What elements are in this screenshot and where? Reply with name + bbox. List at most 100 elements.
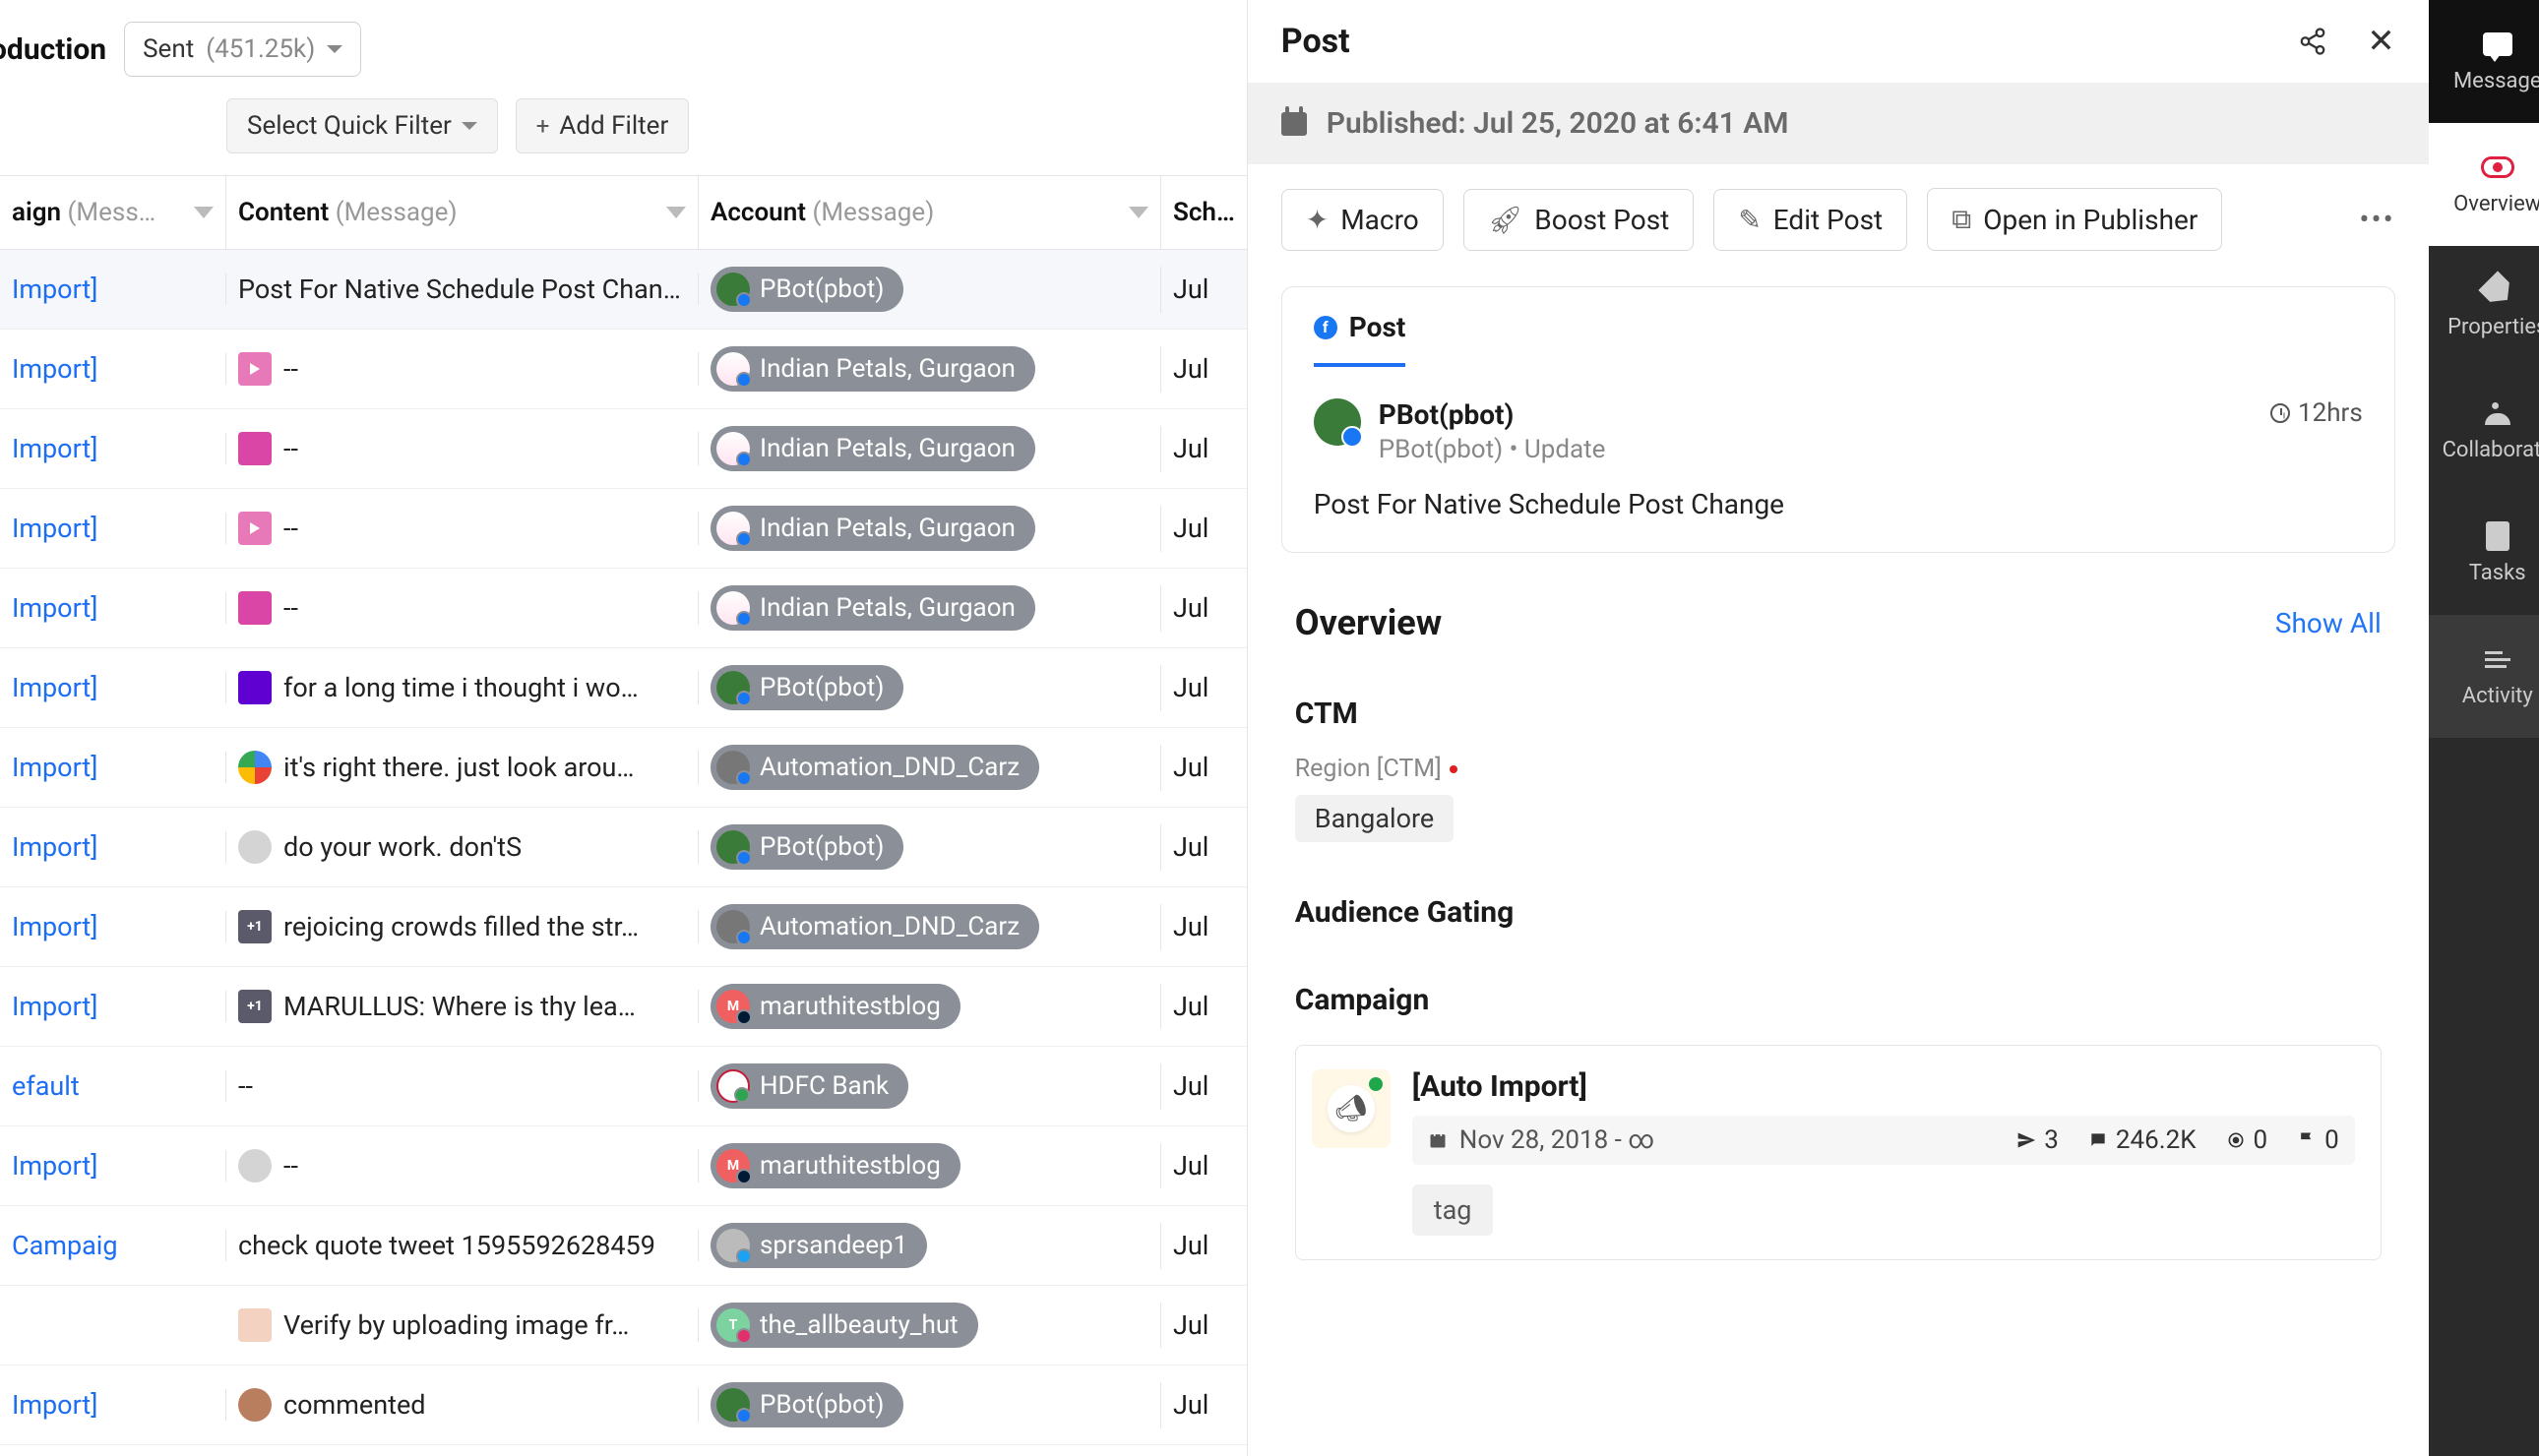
stat-flag: 0 <box>2297 1125 2339 1155</box>
network-badge-icon <box>736 1408 752 1424</box>
table-row[interactable]: Import]Post For Native Schedule Post Cha… <box>0 250 1247 330</box>
campaign-link[interactable]: Import] <box>12 353 97 385</box>
campaign-link[interactable]: Import] <box>12 273 97 305</box>
table-row[interactable]: Import]commentedPBot(pbot)Jul <box>0 1365 1247 1445</box>
activity-icon <box>2485 651 2510 668</box>
macro-button[interactable]: ✦Macro <box>1281 189 1444 251</box>
table-row[interactable]: Import] for a long time i thought i wo… PB… <box>0 648 1247 728</box>
account-chip[interactable]: PBot(pbot) <box>711 824 903 870</box>
network-badge-icon <box>736 1009 752 1025</box>
post-tab[interactable]: f Post <box>1314 311 1406 367</box>
account-chip[interactable]: PBot(pbot) <box>711 665 903 710</box>
account-avatar <box>716 512 750 545</box>
status-dot-icon <box>1369 1077 1383 1091</box>
content-text: -- <box>283 513 686 544</box>
content-text: -- <box>283 353 686 385</box>
main-panel: oduction Sent (451.25k) Select Quick Fil… <box>0 0 1248 1456</box>
quick-filter-dropdown[interactable]: Select Quick Filter <box>226 98 498 153</box>
open-publisher-button[interactable]: ⧉Open in Publisher <box>1927 188 2222 251</box>
chevron-down-icon <box>327 45 342 53</box>
col-content[interactable]: Content (Message) <box>226 176 699 249</box>
table-row[interactable]: Verify by uploading image fr… Tthe_allbea… <box>0 1286 1247 1365</box>
published-bar: Published: Jul 25, 2020 at 6:41 AM <box>1248 83 2429 164</box>
network-badge-icon <box>736 770 752 786</box>
account-avatar: M <box>716 1149 750 1183</box>
content-text: it's right there. just look arou… <box>283 752 686 783</box>
ctm-region-label: Region [CTM] <box>1295 755 2382 783</box>
megaphone-icon: 📣︎ <box>1328 1085 1375 1132</box>
sent-dropdown[interactable]: Sent (451.25k) <box>124 22 361 77</box>
campaign-link[interactable]: Import] <box>12 831 97 863</box>
tag-chip[interactable]: tag <box>1412 1184 1494 1236</box>
table-row[interactable]: Import] it's right there. just look arou…… <box>0 728 1247 808</box>
campaign-link[interactable]: Import] <box>12 433 97 464</box>
close-icon[interactable]: ✕ <box>2367 25 2395 58</box>
table-row[interactable]: Import]--Indian Petals, GurgaonJul <box>0 330 1247 409</box>
campaign-date: Nov 28, 2018 - ∞ <box>1459 1125 1654 1155</box>
nav-message[interactable]: Message <box>2429 0 2539 123</box>
account-chip[interactable]: Indian Petals, Gurgaon <box>711 426 1035 471</box>
table-row[interactable]: Import]--MmaruthitestblogJul <box>0 1126 1247 1206</box>
table-row[interactable]: efault--HDFC BankJul <box>0 1047 1247 1126</box>
overview-title: Overview <box>1295 602 1442 643</box>
scheduled-cell: Jul <box>1161 513 1240 544</box>
table-row[interactable]: Import]--Indian Petals, GurgaonJul <box>0 569 1247 648</box>
col-campaign[interactable]: aign (Mess… <box>0 176 226 249</box>
more-icon[interactable]: ••• <box>2359 203 2394 237</box>
content-text: for a long time i thought i wo… <box>283 672 686 703</box>
nav-collaborate[interactable]: Collaborate <box>2429 369 2539 492</box>
network-badge-icon <box>736 611 752 627</box>
col-account[interactable]: Account (Message) <box>699 176 1161 249</box>
account-chip[interactable]: Tthe_allbeauty_hut <box>711 1303 978 1348</box>
account-chip[interactable]: Indian Petals, Gurgaon <box>711 346 1035 392</box>
campaign-link[interactable]: Import] <box>12 513 97 544</box>
account-chip[interactable]: sprsandeep1 <box>711 1223 927 1268</box>
content-text: Verify by uploading image fr… <box>283 1309 686 1341</box>
campaign-link[interactable]: Import] <box>12 592 97 624</box>
campaign-card[interactable]: 📣︎ [Auto Import] Nov 28, 2018 - ∞ 3 246.… <box>1295 1045 2382 1260</box>
account-chip[interactable]: HDFC Bank <box>711 1063 908 1109</box>
account-chip[interactable]: PBot(pbot) <box>711 1382 903 1427</box>
nav-overview[interactable]: Overview <box>2429 123 2539 246</box>
account-chip[interactable]: PBot(pbot) <box>711 267 903 312</box>
campaign-link[interactable]: Import] <box>12 911 97 942</box>
campaign-link[interactable]: Import] <box>12 752 97 783</box>
show-all-link[interactable]: Show All <box>2275 607 2382 639</box>
account-chip[interactable]: Mmaruthitestblog <box>711 984 960 1029</box>
nav-properties[interactable]: Properties <box>2429 246 2539 369</box>
region-chip[interactable]: Bangalore <box>1295 795 1454 842</box>
account-chip[interactable]: Automation_DND_Carz <box>711 904 1039 949</box>
campaign-link[interactable]: efault <box>12 1070 80 1102</box>
table-row[interactable]: Import]+1rejoicing crowds filled the str… <box>0 887 1247 967</box>
network-badge-icon <box>734 1087 750 1103</box>
campaign-link[interactable]: Import] <box>12 1150 97 1182</box>
account-chip[interactable]: Mmaruthitestblog <box>711 1143 960 1188</box>
share-icon[interactable] <box>2298 27 2327 56</box>
table-row[interactable]: Campaig check quote tweet 1595592628459 sp… <box>0 1206 1247 1286</box>
campaign-link[interactable]: Import] <box>12 1389 97 1421</box>
nav-activity[interactable]: Activity <box>2429 615 2539 738</box>
table-row[interactable]: Import]--Indian Petals, GurgaonJul <box>0 409 1247 489</box>
account-chip[interactable]: Indian Petals, Gurgaon <box>711 585 1035 631</box>
scheduled-cell: Jul <box>1161 1309 1240 1341</box>
network-badge-icon <box>736 1248 752 1264</box>
nav-tasks[interactable]: Tasks <box>2429 492 2539 615</box>
account-chip[interactable]: Indian Petals, Gurgaon <box>711 506 1035 551</box>
col-scheduled[interactable]: Sch… <box>1161 176 1247 249</box>
campaign-link[interactable]: Import] <box>12 991 97 1022</box>
table-row[interactable]: Import]+1MARULLUS: Where is thy lea…Mmar… <box>0 967 1247 1047</box>
post-time: 12hrs <box>2270 398 2363 428</box>
stat-comments: 246.2K <box>2088 1125 2197 1155</box>
add-filter-button[interactable]: + Add Filter <box>516 98 689 153</box>
campaign-link[interactable]: Campaig <box>12 1230 118 1261</box>
account-chip[interactable]: Automation_DND_Carz <box>711 745 1039 790</box>
content-text: check quote tweet 1595592628459 <box>238 1230 686 1261</box>
campaign-link[interactable]: Import] <box>12 672 97 703</box>
content-text: rejoicing crowds filled the str… <box>283 911 686 942</box>
content-thumbnail <box>238 432 272 465</box>
table-row[interactable]: Import]do your work. don'tSPBot(pbot)Jul <box>0 808 1247 887</box>
edit-button[interactable]: ✎Edit Post <box>1713 189 1907 251</box>
table-row[interactable]: Import] -- Indian Petals, Gurgaon Jul <box>0 489 1247 569</box>
sort-icon <box>194 207 214 218</box>
boost-button[interactable]: 🚀︎Boost Post <box>1463 189 1695 251</box>
